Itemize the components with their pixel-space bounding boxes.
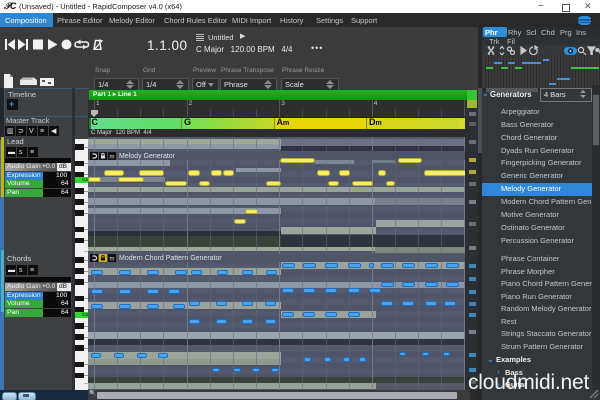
svg-text:m: m bbox=[109, 154, 114, 160]
svg-text:m: m bbox=[109, 257, 114, 263]
